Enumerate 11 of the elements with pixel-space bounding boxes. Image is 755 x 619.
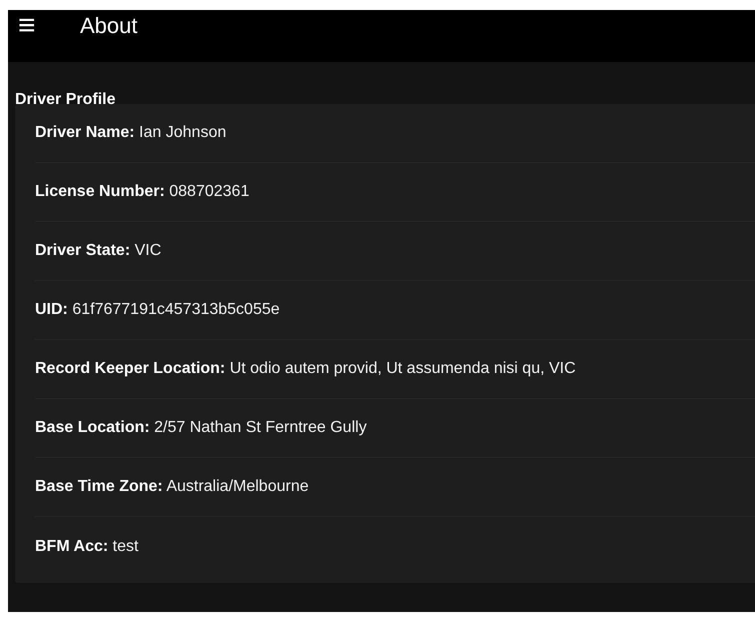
profile-field: Base Location: 2/57 Nathan St Ferntree Gully: [35, 419, 367, 437]
profile-field: License Number: 088702361: [35, 183, 250, 201]
profile-field: Record Keeper Location: Ut odio autem provid, Ut assumenda nisi qu, VIC: [35, 360, 576, 378]
profile-field: BFM Acc: test: [35, 538, 138, 556]
profile-field: Base Time Zone: Australia/Melbourne: [35, 478, 309, 496]
profile-field: UID: 61f7677191c457313b5c055e: [35, 301, 280, 319]
section-title: Driver Profile: [14, 90, 116, 104]
profile-field: Driver Name: Ian Johnson: [35, 124, 226, 142]
profile-field: Driver State: VIC: [35, 242, 162, 260]
menu-icon[interactable]: ≡: [18, 10, 58, 42]
page-title: About: [80, 12, 138, 40]
